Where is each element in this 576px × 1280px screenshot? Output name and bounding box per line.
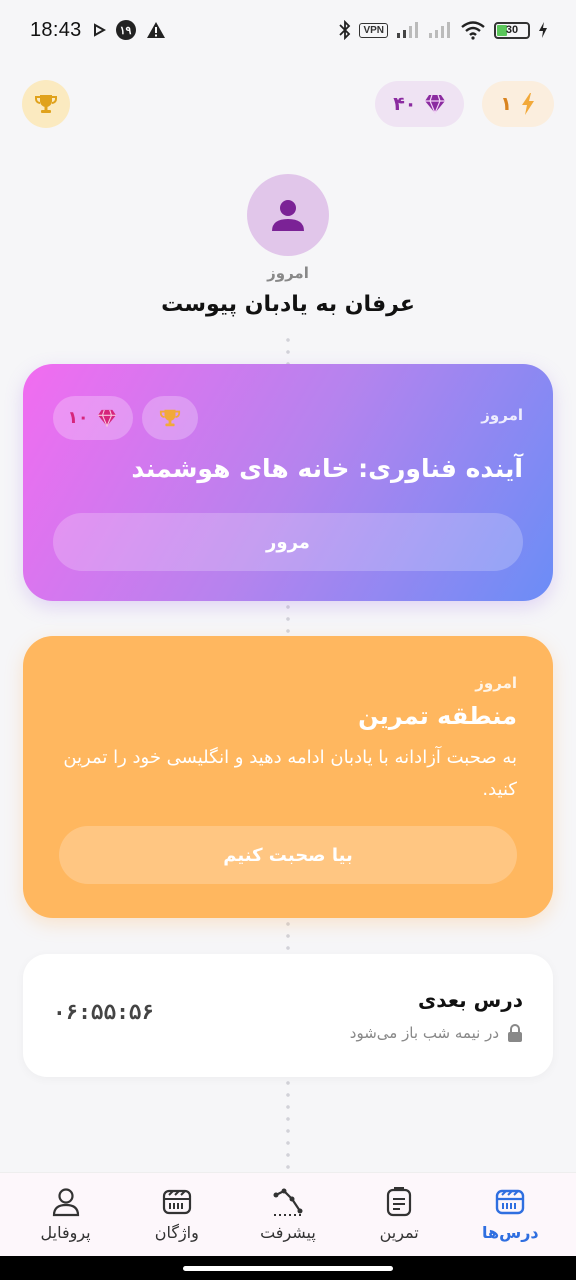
- leaderboard-button[interactable]: [22, 80, 70, 128]
- status-bar: 18:43 ۱۹ VPN 30: [0, 0, 576, 60]
- charging-icon: [538, 22, 548, 38]
- bluetooth-icon: [339, 20, 351, 40]
- lesson-gems-count: ۱۰: [67, 408, 89, 428]
- signal-icon-1: [396, 21, 420, 39]
- vpn-icon: VPN: [359, 22, 388, 38]
- battery-level: 30: [505, 24, 519, 36]
- avatar: [247, 174, 329, 256]
- user-icon: [52, 1188, 79, 1217]
- lightning-icon: [522, 93, 534, 115]
- gems-counter[interactable]: ۴۰: [375, 81, 465, 127]
- nav-lessons-label: درس‌ها: [482, 1223, 539, 1242]
- next-lesson-title: درس بعدی: [417, 988, 523, 1012]
- lesson-title: آینده فناوری: خانه های هوشمند: [131, 454, 523, 483]
- nav-vocabulary-label: واژگان: [154, 1223, 199, 1242]
- practice-title: منطقه تمرین: [358, 702, 517, 730]
- lesson-trophy-badge: [142, 396, 198, 440]
- vocabulary-icon: [162, 1189, 191, 1215]
- nav-progress[interactable]: پیشرفت: [238, 1187, 338, 1242]
- timeline-connector: [286, 1077, 290, 1172]
- gems-count: ۴۰: [393, 93, 417, 115]
- header-date: امروز: [267, 264, 309, 282]
- nav-profile[interactable]: پروفایل: [16, 1187, 116, 1242]
- nav-vocabulary[interactable]: واژگان: [127, 1187, 227, 1242]
- review-button[interactable]: مرور: [53, 513, 523, 571]
- streak-count: ۱: [500, 93, 512, 115]
- play-icon: [92, 23, 106, 37]
- timeline-connector: [286, 918, 290, 954]
- lessons-icon: [496, 1189, 525, 1215]
- timeline-connector: [286, 334, 290, 364]
- warning-icon: [146, 21, 166, 39]
- wifi-icon: [460, 20, 486, 40]
- nav-lessons[interactable]: درس‌ها: [460, 1187, 560, 1242]
- next-lesson-subtitle: در نیمه شب باز می‌شود: [350, 1024, 523, 1042]
- streak-counter[interactable]: ۱: [482, 81, 554, 127]
- lesson-date: امروز: [481, 406, 523, 424]
- stats-group: ۴۰ ۱: [375, 81, 554, 127]
- bottom-nav: درس‌ها تمرین پیشرفت واژگان: [0, 1172, 576, 1256]
- home-indicator[interactable]: [183, 1266, 393, 1271]
- page-title: عرفان به یادبان پیوست: [161, 292, 415, 317]
- next-lesson-card: درس بعدی در نیمه شب باز می‌شود ۰۶:۵۵:۵۶: [23, 954, 553, 1077]
- nav-progress-label: پیشرفت: [260, 1223, 316, 1242]
- notification-count-icon: ۱۹: [115, 20, 136, 40]
- signal-icon-2: [428, 21, 452, 39]
- top-bar: ۴۰ ۱: [22, 80, 554, 128]
- lesson-gems-badge: ۱۰: [53, 396, 133, 440]
- practice-description: به صحبت آزادانه با یادبان ادامه دهید و ا…: [63, 747, 517, 800]
- next-lesson-unlock-text: در نیمه شب باز می‌شود: [349, 1024, 499, 1042]
- nav-profile-label: پروفایل: [40, 1223, 91, 1242]
- status-time: 18:43: [30, 18, 82, 41]
- nav-practice[interactable]: تمرین: [349, 1187, 449, 1242]
- gem-icon: [98, 409, 117, 427]
- practice-date: امروز: [475, 674, 517, 692]
- lock-icon: [508, 1024, 522, 1042]
- lesson-card[interactable]: امروز ۱۰ آینده فناوری: خانه های هوشمند م…: [23, 364, 553, 601]
- clipboard-icon: [387, 1187, 412, 1217]
- status-right: VPN 30: [339, 20, 548, 40]
- countdown-timer: ۰۶:۵۵:۵۶: [53, 1000, 155, 1024]
- battery-icon: 30: [494, 21, 530, 39]
- lets-talk-button[interactable]: بیا صحبت کنیم: [59, 826, 517, 884]
- gem-icon: [425, 94, 446, 114]
- trophy-icon: [35, 95, 57, 113]
- nav-practice-label: تمرین: [379, 1223, 419, 1242]
- timeline-connector: [286, 601, 290, 636]
- status-left: 18:43 ۱۹: [30, 19, 166, 42]
- practice-card[interactable]: امروز منطقه تمرین به صحبت آزادانه با یاد…: [23, 636, 553, 918]
- progress-chart-icon: [273, 1188, 303, 1216]
- trophy-icon: [159, 409, 181, 427]
- person-icon: [272, 200, 304, 231]
